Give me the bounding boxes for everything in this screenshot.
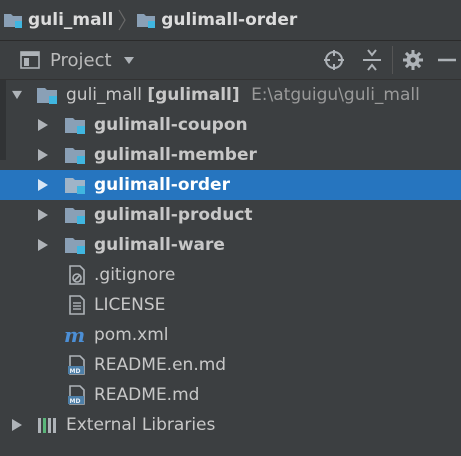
svg-text:m: m xyxy=(64,325,85,345)
tree-external-libraries-label: External Libraries xyxy=(66,415,216,435)
breadcrumb-separator-icon xyxy=(118,9,126,31)
maven-icon: m xyxy=(64,325,85,345)
tree-root-name: guli_mall xyxy=(66,85,142,105)
chevron-down-icon[interactable] xyxy=(123,56,134,64)
module-folder-icon xyxy=(65,208,85,224)
tree-root-module: [gulimall] xyxy=(147,85,240,105)
module-folder-icon xyxy=(65,148,85,164)
tree-module-label: gulimall-product xyxy=(94,205,253,225)
tree-module-node[interactable]: gulimall-member xyxy=(0,140,461,170)
collapsed-arrow-icon[interactable] xyxy=(38,179,48,191)
hide-button[interactable] xyxy=(435,48,459,72)
tree-file-node[interactable]: MD README.en.md xyxy=(0,350,461,380)
tree-root-path: E:\atguigu\guli_mall xyxy=(251,85,420,105)
gear-icon xyxy=(403,50,423,70)
markdown-file-icon: MD xyxy=(68,355,85,375)
module-folder-icon xyxy=(65,238,85,254)
collapsed-arrow-icon[interactable] xyxy=(38,209,48,221)
collapsed-arrow-icon[interactable] xyxy=(12,419,22,431)
collapsed-arrow-icon[interactable] xyxy=(38,149,48,161)
project-tree: guli_mall [gulimall] E:\atguigu\guli_mal… xyxy=(0,80,461,440)
tree-file-node[interactable]: MD README.md xyxy=(0,380,461,410)
markdown-file-icon: MD xyxy=(68,385,85,405)
tree-file-node[interactable]: m pom.xml xyxy=(0,320,461,350)
tree-file-node[interactable]: LICENSE xyxy=(0,290,461,320)
tree-module-label: gulimall-order xyxy=(94,175,230,195)
tree-file-label: pom.xml xyxy=(94,325,169,345)
breadcrumb-root-label: guli_mall xyxy=(28,10,114,30)
tree-module-node[interactable]: gulimall-ware xyxy=(0,230,461,260)
svg-text:MD: MD xyxy=(70,398,81,405)
text-file-icon xyxy=(69,295,85,315)
svg-text:MD: MD xyxy=(70,368,81,375)
module-folder-icon xyxy=(65,178,85,194)
toolwindow-actions xyxy=(322,41,461,79)
tree-module-node[interactable]: gulimall-product xyxy=(0,200,461,230)
locate-button[interactable] xyxy=(322,48,346,72)
project-view-label[interactable]: Project xyxy=(50,50,112,71)
expanded-arrow-icon[interactable] xyxy=(12,89,22,101)
crosshair-icon xyxy=(324,50,344,70)
navigation-bar: guli_mall gulimall-order xyxy=(0,0,461,41)
tree-file-node[interactable]: .gitignore xyxy=(0,260,461,290)
breadcrumb-current-label: gulimall-order xyxy=(161,10,298,30)
breadcrumb-root[interactable]: guli_mall xyxy=(0,0,113,40)
project-view-icon xyxy=(20,51,40,69)
tree-file-label: README.md xyxy=(94,385,200,405)
tree-module-node-selected[interactable]: gulimall-order xyxy=(0,170,461,200)
tree-root-node[interactable]: guli_mall [gulimall] E:\atguigu\guli_mal… xyxy=(0,80,461,110)
tree-module-label: gulimall-coupon xyxy=(94,115,248,135)
breadcrumb-current[interactable]: gulimall-order xyxy=(133,0,297,40)
module-folder-icon xyxy=(137,14,156,28)
collapse-all-icon xyxy=(363,49,381,71)
tree-module-label: gulimall-member xyxy=(94,145,257,165)
tree-external-libraries-node[interactable]: External Libraries xyxy=(0,410,461,440)
folder-icon xyxy=(4,14,22,28)
settings-button[interactable] xyxy=(401,48,425,72)
gitignore-file-icon xyxy=(69,265,85,285)
tree-module-label: gulimall-ware xyxy=(94,235,225,255)
collapsed-arrow-icon[interactable] xyxy=(38,239,48,251)
collapsed-arrow-icon[interactable] xyxy=(38,119,48,131)
project-toolwindow-header: Project xyxy=(0,41,461,80)
tree-file-label: LICENSE xyxy=(94,295,166,315)
minimize-icon xyxy=(438,58,456,62)
module-folder-icon xyxy=(37,88,57,104)
tree-module-node[interactable]: gulimall-coupon xyxy=(0,110,461,140)
module-folder-icon xyxy=(65,118,85,134)
header-divider xyxy=(392,46,393,74)
tree-file-label: README.en.md xyxy=(94,355,227,375)
libraries-icon xyxy=(38,418,56,433)
collapse-all-button[interactable] xyxy=(360,48,384,72)
tree-file-label: .gitignore xyxy=(94,265,176,285)
